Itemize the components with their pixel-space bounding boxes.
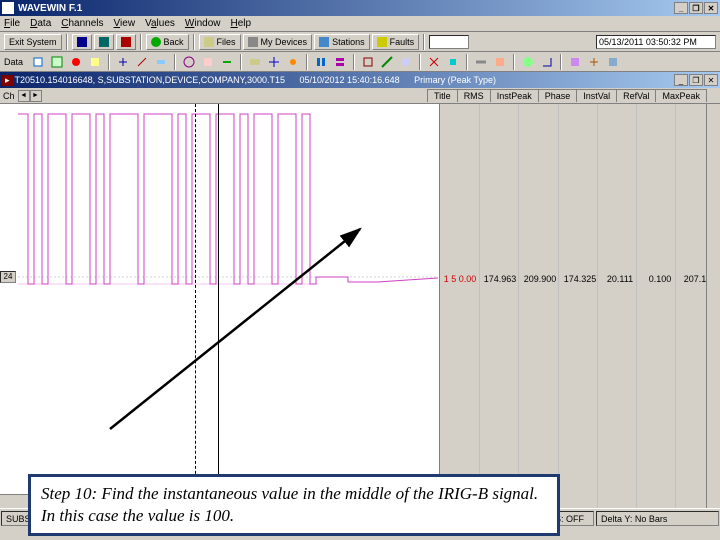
datetime-display: 05/13/2011 03:50:32 PM <box>596 35 716 49</box>
doc-marker: ▸ <box>2 75 13 86</box>
doc-mode: Primary (Peak Type) <box>414 75 496 85</box>
files-button[interactable]: Files <box>199 34 241 50</box>
tb2-icon-18[interactable] <box>398 54 414 70</box>
channel-label: 24 <box>0 271 16 283</box>
main-toolbar: Exit System Back Files My Devices Statio… <box>0 32 720 52</box>
document-titlebar: ▸ T20510.154016648, S,SUBSTATION,DEVICE,… <box>0 72 720 88</box>
tb2-icon-22[interactable] <box>492 54 508 70</box>
tb2-icon-3[interactable] <box>68 54 84 70</box>
annotation-text: Step 10: Find the instantaneous value in… <box>41 484 538 525</box>
tab-maxpeak[interactable]: MaxPeak <box>655 89 707 102</box>
tb2-icon-16[interactable] <box>360 54 376 70</box>
tb2-icon-6[interactable] <box>134 54 150 70</box>
menu-values[interactable]: Values <box>145 18 175 29</box>
data-panel: 1 5 0.00 174.963 209.900 174.325 20.111 … <box>440 104 720 508</box>
window-buttons: _ ❐ ✕ <box>674 2 718 14</box>
status-deltay: Delta Y: No Bars <box>596 511 719 526</box>
menu-help[interactable]: Help <box>231 18 252 29</box>
data-label: Data <box>4 57 23 67</box>
tb2-icon-8[interactable] <box>181 54 197 70</box>
tb2-icon-2[interactable] <box>49 54 65 70</box>
stations-button[interactable]: Stations <box>314 34 370 50</box>
faults-button[interactable]: Faults <box>372 34 420 50</box>
toolbar-input[interactable] <box>429 35 469 49</box>
val-refval: 0.100 <box>640 274 680 284</box>
doc-filename: T20510.154016648, S,SUBSTATION,DEVICE,CO… <box>15 75 285 85</box>
doc-max-button[interactable]: ❐ <box>689 74 703 86</box>
tab-phase[interactable]: Phase <box>538 89 578 102</box>
ch-next-button[interactable]: ► <box>30 90 42 102</box>
tb2-icon-12[interactable] <box>266 54 282 70</box>
doc-min-button[interactable]: _ <box>674 74 688 86</box>
chart-area: 24 020 140 260 1 5 0.00 174.963 209.900 … <box>0 104 720 508</box>
tool-icon-1[interactable] <box>72 34 92 50</box>
val-rms: 174.963 <box>480 274 520 284</box>
tb2-icon-9[interactable] <box>200 54 216 70</box>
tb2-icon-5[interactable] <box>115 54 131 70</box>
tb2-icon-7[interactable] <box>153 54 169 70</box>
cursor-primary[interactable] <box>218 104 219 494</box>
tb2-icon-19[interactable] <box>426 54 442 70</box>
tool-icon-3[interactable] <box>116 34 136 50</box>
exit-button[interactable]: Exit System <box>4 34 62 50</box>
tab-instpeak[interactable]: InstPeak <box>490 89 539 102</box>
val-title: 1 5 0.00 <box>440 274 480 284</box>
tab-instval[interactable]: InstVal <box>576 89 617 102</box>
val-instval: 20.111 <box>600 274 640 284</box>
menu-data[interactable]: Data <box>30 18 51 29</box>
minimize-button[interactable]: _ <box>674 2 688 14</box>
tb2-icon-25[interactable] <box>567 54 583 70</box>
waveform-svg <box>18 104 438 494</box>
menu-bar: File Data Channels View Values Window He… <box>0 16 720 32</box>
tb2-icon-20[interactable] <box>445 54 461 70</box>
tb2-icon-1[interactable] <box>30 54 46 70</box>
tab-title[interactable]: Title <box>427 89 458 102</box>
doc-datetime: 05/10/2012 15:40:16.648 <box>300 75 400 85</box>
ch-prev-button[interactable]: ◄ <box>18 90 30 102</box>
tb2-icon-27[interactable] <box>605 54 621 70</box>
tb2-icon-23[interactable] <box>520 54 536 70</box>
close-button[interactable]: ✕ <box>704 2 718 14</box>
cursor-ref[interactable] <box>195 104 196 494</box>
doc-close-button[interactable]: ✕ <box>704 74 718 86</box>
menu-window[interactable]: Window <box>185 18 221 29</box>
menu-view[interactable]: View <box>114 18 136 29</box>
devices-button[interactable]: My Devices <box>243 34 313 50</box>
tb2-icon-21[interactable] <box>473 54 489 70</box>
waveform-chart[interactable]: 24 020 140 260 <box>0 104 440 508</box>
val-phase: 174.325 <box>560 274 600 284</box>
app-titlebar: WAVEWIN F.1 _ ❐ ✕ <box>0 0 720 16</box>
back-button[interactable]: Back <box>146 34 189 50</box>
tab-rms[interactable]: RMS <box>457 89 491 102</box>
menu-channels[interactable]: Channels <box>61 18 103 29</box>
tb2-icon-17[interactable] <box>379 54 395 70</box>
tool-icon-2[interactable] <box>94 34 114 50</box>
secondary-toolbar: Data <box>0 52 720 72</box>
step-annotation: Step 10: Find the instantaneous value in… <box>28 474 560 536</box>
tb2-icon-13[interactable] <box>285 54 301 70</box>
tab-refval[interactable]: RefVal <box>616 89 656 102</box>
menu-file[interactable]: File <box>4 18 20 29</box>
ch-label: Ch <box>0 91 18 101</box>
tb2-icon-24[interactable] <box>539 54 555 70</box>
tb2-icon-4[interactable] <box>87 54 103 70</box>
value-row: 1 5 0.00 174.963 209.900 174.325 20.111 … <box>440 274 720 284</box>
tb2-icon-14[interactable] <box>313 54 329 70</box>
channel-tabs-row: Ch ◄ ► Title RMS InstPeak Phase InstVal … <box>0 88 720 104</box>
tb2-icon-10[interactable] <box>219 54 235 70</box>
val-instpeak: 209.900 <box>520 274 560 284</box>
tb2-icon-15[interactable] <box>332 54 348 70</box>
tb2-icon-11[interactable] <box>247 54 263 70</box>
vertical-scrollbar[interactable] <box>706 104 720 508</box>
tb2-icon-26[interactable] <box>586 54 602 70</box>
app-title: WAVEWIN F.1 <box>18 3 82 14</box>
app-icon <box>2 2 14 14</box>
maximize-button[interactable]: ❐ <box>689 2 703 14</box>
